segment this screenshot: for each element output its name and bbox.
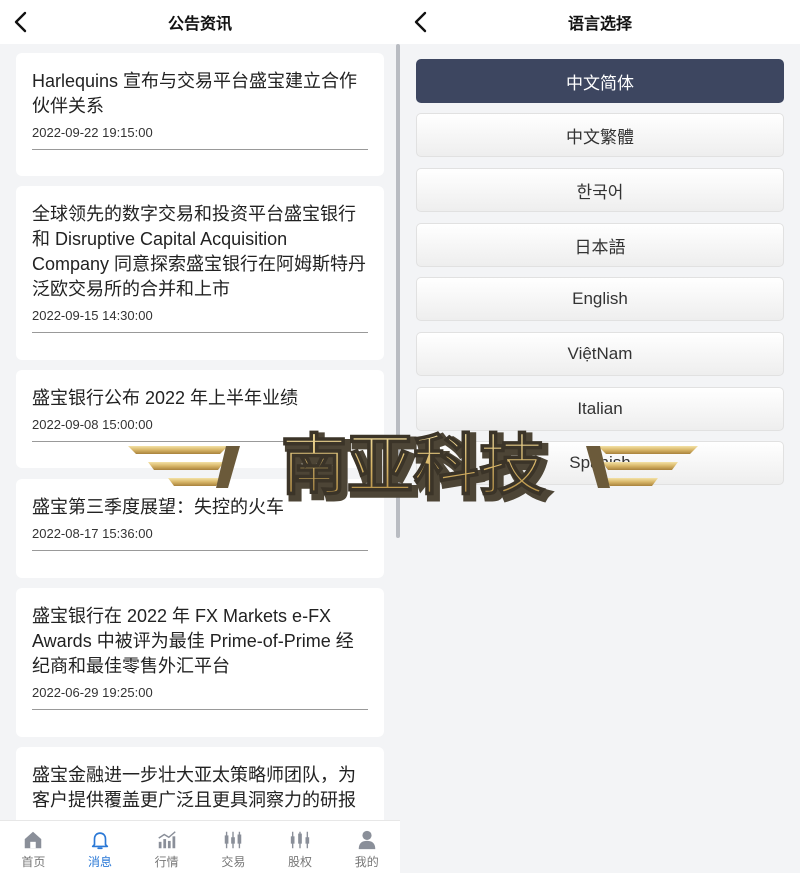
news-date: 2022-06-29 19:25:00 bbox=[32, 685, 153, 700]
bottom-tab-bar: 首页 消息 行情 交易 股权 我的 bbox=[0, 820, 400, 873]
language-option-it[interactable]: Italian bbox=[416, 387, 784, 431]
divider bbox=[32, 149, 368, 150]
back-arrow-icon[interactable] bbox=[10, 10, 34, 34]
chart-icon bbox=[158, 831, 176, 849]
page-title: 公告资讯 bbox=[167, 16, 232, 33]
tab-profile[interactable]: 我的 bbox=[333, 821, 400, 873]
divider bbox=[32, 332, 368, 333]
language-option-ja[interactable]: 日本語 bbox=[416, 223, 784, 267]
news-card[interactable]: 盛宝金融进一步壮大亚太策略师团队，为客户提供覆盖更广泛且更具洞察力的研报 bbox=[16, 747, 384, 820]
news-date: 2022-08-17 15:36:00 bbox=[32, 526, 153, 541]
news-date: 2022-09-08 15:00:00 bbox=[32, 417, 153, 432]
candlestick-icon bbox=[225, 831, 242, 849]
language-option-zh-hant[interactable]: 中文繁體 bbox=[416, 113, 784, 157]
divider bbox=[32, 709, 368, 710]
language-option-ko[interactable]: 한국어 bbox=[416, 168, 784, 212]
news-list[interactable]: Harlequins 宣布与交易平台盛宝建立合作伙伴关系 2022-09-22 … bbox=[0, 44, 400, 820]
tab-label: 消息 bbox=[88, 855, 113, 869]
tab-equity[interactable]: 股权 bbox=[267, 821, 334, 873]
news-title: 盛宝金融进一步壮大亚太策略师团队，为客户提供覆盖更广泛且更具洞察力的研报 bbox=[32, 765, 356, 810]
tab-label: 股权 bbox=[288, 855, 313, 869]
news-title: 盛宝银行在 2022 年 FX Markets e-FX Awards 中被评为… bbox=[32, 606, 354, 676]
tab-label: 首页 bbox=[21, 855, 46, 869]
tab-home[interactable]: 首页 bbox=[0, 821, 67, 873]
language-option-es[interactable]: Spanish bbox=[416, 441, 784, 485]
home-icon bbox=[25, 831, 42, 849]
tab-label: 交易 bbox=[221, 855, 246, 869]
language-option-zh-hans[interactable]: 中文简体 bbox=[416, 59, 784, 103]
equity-icon bbox=[290, 831, 310, 849]
divider bbox=[32, 441, 368, 442]
news-date: 2022-09-22 19:15:00 bbox=[32, 125, 153, 140]
divider bbox=[32, 550, 368, 551]
user-icon bbox=[358, 830, 375, 850]
news-card[interactable]: 盛宝第三季度展望：失控的火车 2022-08-17 15:36:00 bbox=[16, 479, 384, 578]
language-option-vi[interactable]: ViệtNam bbox=[416, 332, 784, 376]
language-option-en[interactable]: English bbox=[416, 277, 784, 321]
news-card[interactable]: Harlequins 宣布与交易平台盛宝建立合作伙伴关系 2022-09-22 … bbox=[16, 53, 384, 176]
tab-label: 我的 bbox=[354, 855, 379, 869]
news-header: 公告资讯 bbox=[0, 0, 400, 44]
back-arrow-icon[interactable] bbox=[410, 10, 434, 34]
tab-label: 行情 bbox=[154, 855, 179, 869]
language-header: 语言选择 bbox=[400, 0, 800, 44]
news-title: Harlequins 宣布与交易平台盛宝建立合作伙伴关系 bbox=[32, 71, 358, 116]
news-title: 全球领先的数字交易和投资平台盛宝银行和 Disruptive Capital A… bbox=[32, 204, 367, 299]
tab-messages[interactable]: 消息 bbox=[67, 821, 134, 873]
page-title: 语言选择 bbox=[567, 16, 632, 33]
tab-trade[interactable]: 交易 bbox=[200, 821, 267, 873]
news-panel: 公告资讯 Harlequins 宣布与交易平台盛宝建立合作伙伴关系 2022-0… bbox=[0, 0, 400, 873]
bell-icon bbox=[91, 832, 109, 850]
language-panel: 语言选择 中文简体 中文繁體 한국어 日本語 English ViệtNam I… bbox=[400, 0, 800, 873]
tab-market[interactable]: 行情 bbox=[133, 821, 200, 873]
news-date: 2022-09-15 14:30:00 bbox=[32, 308, 153, 323]
news-title: 盛宝第三季度展望：失控的火车 bbox=[32, 497, 284, 517]
news-card[interactable]: 盛宝银行公布 2022 年上半年业绩 2022-09-08 15:00:00 bbox=[16, 370, 384, 468]
news-card[interactable]: 盛宝银行在 2022 年 FX Markets e-FX Awards 中被评为… bbox=[16, 588, 384, 737]
news-title: 盛宝银行公布 2022 年上半年业绩 bbox=[32, 388, 299, 408]
news-card[interactable]: 全球领先的数字交易和投资平台盛宝银行和 Disruptive Capital A… bbox=[16, 186, 384, 360]
